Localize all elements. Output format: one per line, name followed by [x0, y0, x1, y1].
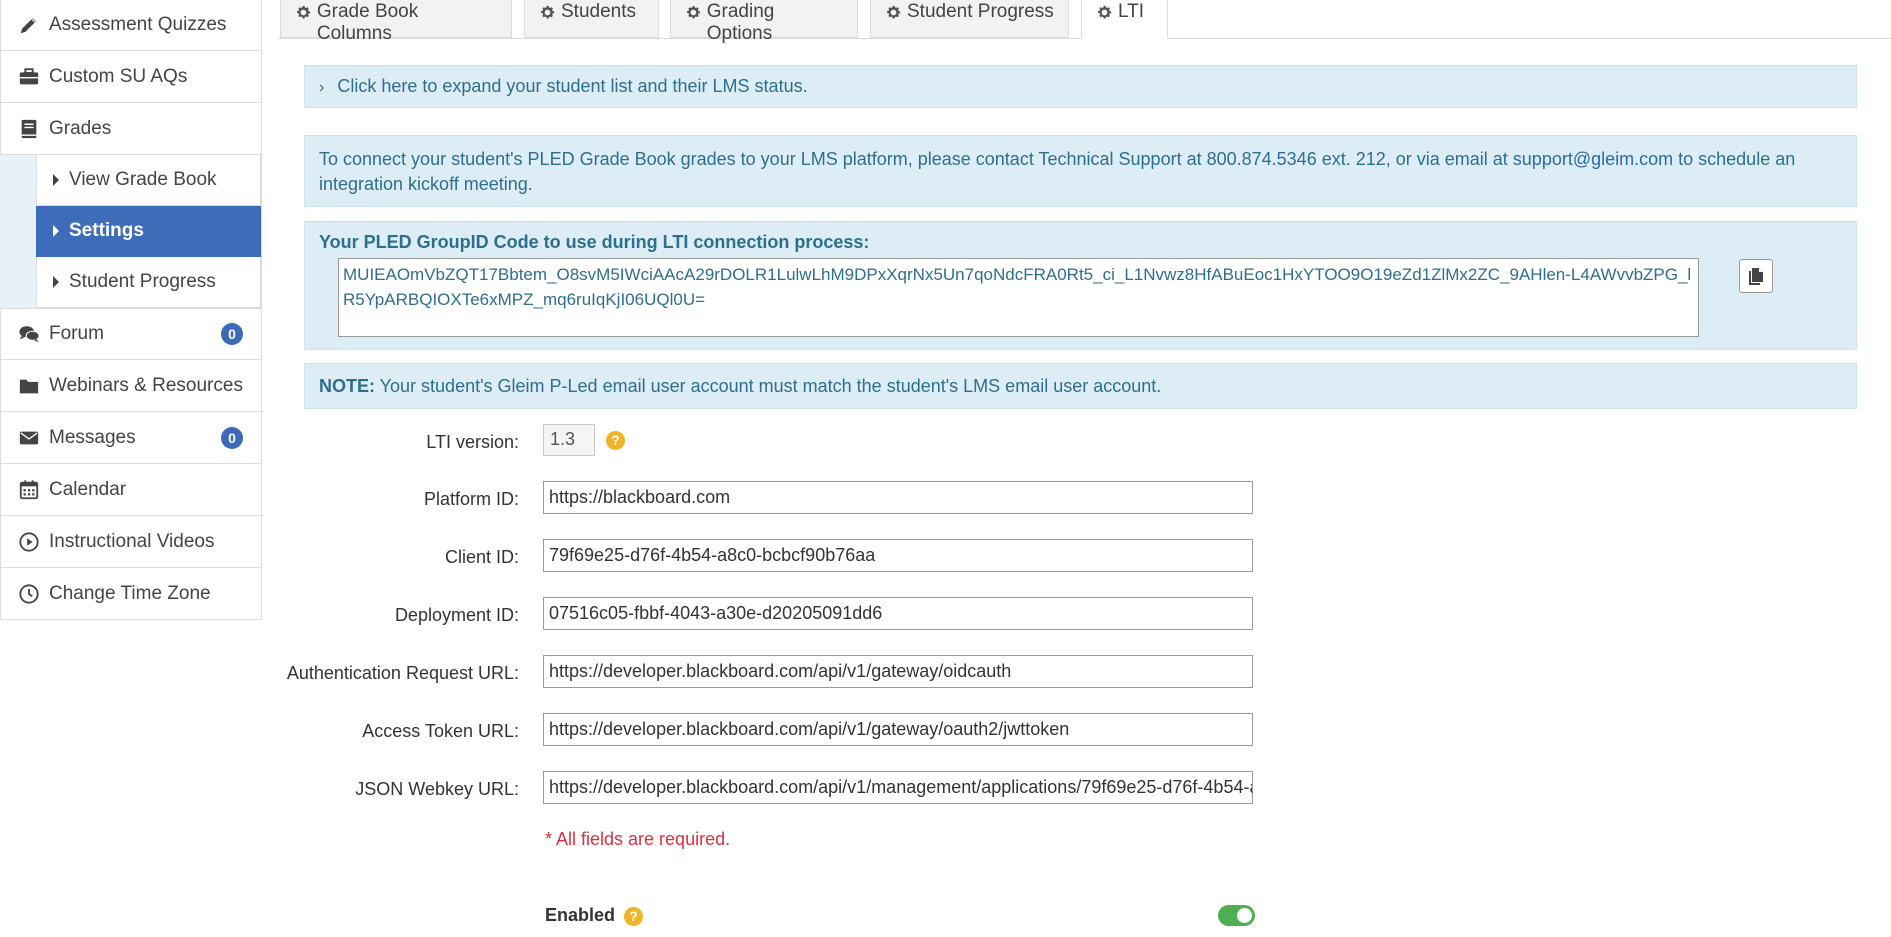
sidebar: Assessment Quizzes Custom SU AQs Grades … — [0, 0, 262, 620]
deployment-id-input[interactable]: 07516c05-fbbf-4043-a30e-d20205091dd6 — [543, 597, 1253, 630]
group-id-panel: Your PLED GroupID Code to use during LTI… — [304, 221, 1857, 350]
gear-icon — [887, 5, 901, 19]
required-fields-note: * All fields are required. — [545, 829, 731, 849]
sidebar-item-label: Assessment Quizzes — [49, 14, 227, 35]
sidebar-subitem-student-progress[interactable]: Student Progress — [36, 257, 261, 308]
sidebar-subitem-label: Settings — [69, 220, 144, 241]
sidebar-item-label: Grades — [49, 117, 112, 139]
chevron-right-icon: › — [319, 79, 325, 96]
sidebar-item-change-time-zone[interactable]: Change Time Zone — [0, 568, 262, 620]
tab-label: Students — [561, 1, 636, 22]
tab-student-progress[interactable]: Student Progress — [870, 0, 1069, 38]
tab-label: Grading Options — [706, 1, 775, 44]
messages-count-badge: 0 — [221, 426, 243, 449]
platform-id-label: Platform ID: — [423, 489, 519, 509]
info-text-before: To connect your student's PLED Grade Boo… — [319, 149, 1513, 169]
sidebar-item-forum[interactable]: Forum 0 — [0, 308, 262, 360]
caret-right-icon — [53, 174, 59, 186]
sidebar-item-instructional-videos[interactable]: Instructional Videos — [0, 516, 262, 568]
help-icon[interactable]: ? — [606, 431, 625, 450]
sidebar-item-label: Forum — [49, 323, 104, 344]
tab-students[interactable]: Students — [524, 0, 659, 38]
sidebar-item-messages[interactable]: Messages 0 — [0, 412, 262, 464]
enabled-label: Enabled — [545, 905, 616, 925]
gear-icon — [297, 5, 311, 19]
note-text: Your student's Gleim P-Led email user ac… — [375, 376, 1162, 396]
sidebar-item-label: Change Time Zone — [49, 582, 211, 604]
lti-version-select[interactable]: 1.3 — [543, 424, 595, 456]
sidebar-item-assessment-quizzes[interactable]: Assessment Quizzes — [0, 0, 262, 51]
sidebar-subitem-settings[interactable]: Settings — [36, 206, 261, 257]
auth-request-url-input[interactable]: https://developer.blackboard.com/api/v1/… — [543, 655, 1253, 688]
folder-icon — [17, 374, 41, 398]
sidebar-item-label: Webinars & Resources — [49, 374, 243, 396]
help-icon[interactable]: ? — [624, 907, 643, 926]
tab-grading-options[interactable]: Grading Options — [670, 0, 858, 44]
sidebar-item-webinars-resources[interactable]: Webinars & Resources — [0, 360, 262, 412]
platform-id-input[interactable]: https://blackboard.com — [543, 481, 1253, 514]
tab-lti[interactable]: LTI — [1081, 0, 1168, 39]
sidebar-subitem-view-grade-book[interactable]: View Grade Book — [36, 155, 261, 206]
sidebar-item-calendar[interactable]: Calendar — [0, 464, 262, 516]
tab-label: Student Progress — [907, 1, 1054, 22]
envelope-icon — [17, 426, 41, 450]
support-email-link[interactable]: support@gleim.com — [1513, 149, 1673, 169]
gear-icon — [687, 6, 700, 19]
email-note: NOTE: Your student's Gleim P-Led email u… — [304, 363, 1857, 409]
clock-icon — [17, 582, 41, 606]
auth-request-url-label: Authentication Request URL: — [286, 663, 519, 683]
copy-group-id-button[interactable] — [1739, 259, 1773, 293]
sidebar-item-label: Calendar — [49, 478, 127, 500]
client-id-input[interactable]: 79f69e25-d76f-4b54-a8c0-bcbcf90b76aa — [543, 539, 1253, 572]
sidebar-item-custom-su-aqs[interactable]: Custom SU AQs — [0, 51, 262, 103]
tab-label: Grade Book Columns — [316, 1, 419, 44]
sidebar-subitem-label: Student Progress — [69, 271, 216, 292]
access-token-url-label: Access Token URL: — [362, 721, 519, 741]
book-icon — [17, 117, 41, 141]
enabled-toggle[interactable] — [1218, 905, 1255, 926]
gear-icon — [1098, 5, 1112, 19]
caret-right-icon — [53, 225, 59, 237]
tab-grade-book-columns[interactable]: Grade Book Columns — [280, 0, 512, 44]
settings-tabs: Grade Book Columns Students Grading Opti… — [278, 0, 1891, 44]
pencil-icon — [17, 13, 41, 37]
briefcase-icon — [17, 65, 41, 89]
expand-text: Click here to expand your student list a… — [337, 76, 808, 96]
sidebar-subitem-label: View Grade Book — [69, 169, 217, 190]
client-id-label: Client ID: — [444, 547, 519, 567]
sidebar-item-grades[interactable]: Grades — [0, 103, 262, 155]
play-circle-icon — [17, 530, 41, 554]
comments-icon — [17, 322, 41, 346]
calendar-icon — [17, 478, 41, 502]
sidebar-item-label: Instructional Videos — [49, 530, 215, 552]
lti-version-label: LTI version: — [426, 432, 519, 452]
expand-student-list-toggle[interactable]: › Click here to expand your student list… — [304, 65, 1857, 108]
group-id-code-field[interactable]: MUIEAOmVbZQT17Bbtem_O8svM5IWciAAcA29rDOL… — [338, 258, 1699, 337]
caret-right-icon — [53, 276, 59, 288]
grades-submenu: View Grade Book Settings Student Progres… — [0, 155, 262, 308]
json-webkey-url-input[interactable]: https://developer.blackboard.com/api/v1/… — [543, 771, 1253, 804]
note-label: NOTE: — [319, 376, 375, 396]
access-token-url-input[interactable]: https://developer.blackboard.com/api/v1/… — [543, 713, 1253, 746]
deployment-id-label: Deployment ID: — [394, 605, 519, 625]
lti-connection-info: To connect your student's PLED Grade Boo… — [304, 135, 1857, 207]
group-id-label: Your PLED GroupID Code to use during LTI… — [319, 232, 870, 252]
copy-icon — [1749, 268, 1763, 285]
tab-label: LTI — [1118, 1, 1145, 22]
sidebar-item-label: Custom SU AQs — [49, 65, 188, 87]
forum-count-badge: 0 — [221, 323, 243, 345]
json-webkey-url-label: JSON Webkey URL: — [355, 779, 519, 799]
gear-icon — [541, 5, 555, 19]
sidebar-item-label: Messages — [49, 426, 136, 448]
